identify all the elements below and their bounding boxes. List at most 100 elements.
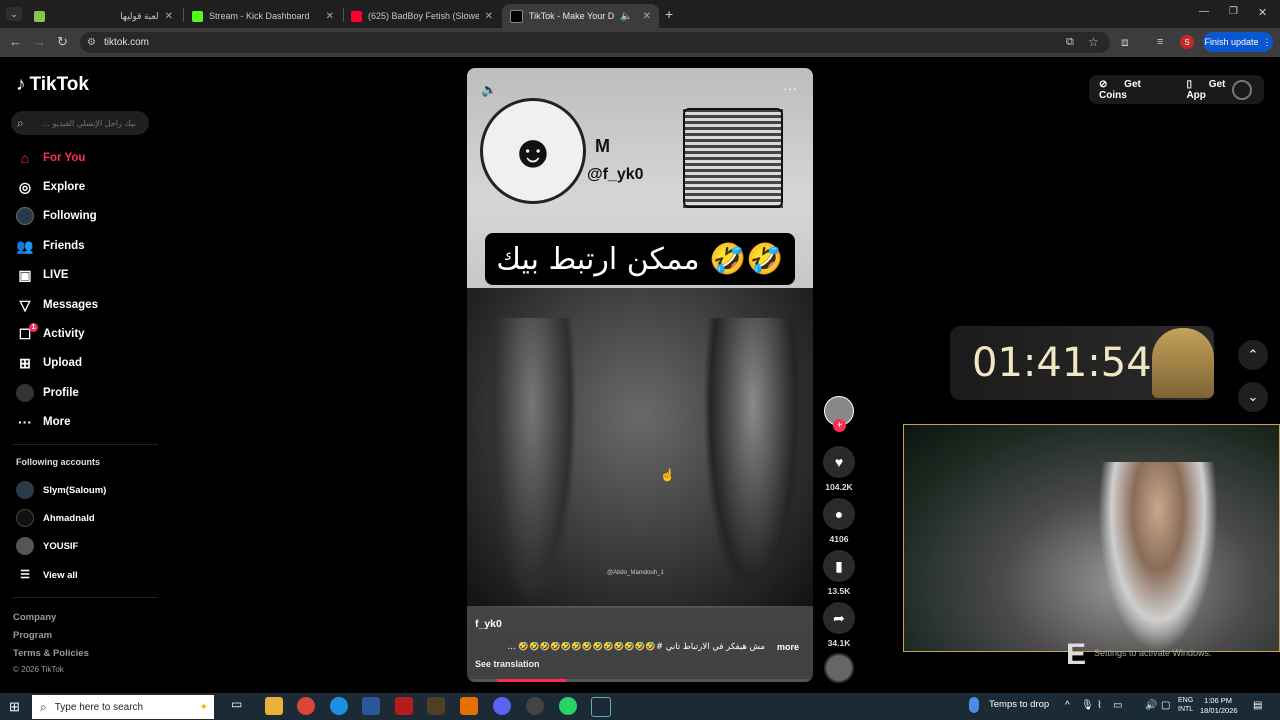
nav-upload[interactable]: ⊞ Upload	[16, 352, 82, 374]
taskbar-clock[interactable]: 1:06 PM 18/01/2026	[1200, 696, 1238, 716]
nav-more[interactable]: ··· More	[16, 411, 70, 433]
chevron-down-icon[interactable]: ⌄	[1238, 382, 1268, 412]
profile-avatar[interactable]	[1232, 80, 1252, 100]
tab-label: (625) BadBoy Fetish (Slowed D	[368, 11, 479, 21]
chrome-icon[interactable]	[297, 697, 315, 715]
nav-profile[interactable]: Profile	[16, 382, 79, 404]
back-arrow-icon[interactable]: ←	[9, 33, 22, 51]
footer-terms-link[interactable]: Terms & Policies	[13, 648, 89, 659]
nav-label: LIVE	[43, 269, 69, 281]
heart-icon: ♥	[823, 446, 855, 478]
notification-icon[interactable]: ▤	[1253, 700, 1262, 711]
nav-activity[interactable]: ☐ 1 Activity	[16, 323, 85, 345]
view-all-link[interactable]: ☰ View all	[16, 565, 78, 585]
tab-close-icon[interactable]: ✕	[326, 11, 334, 22]
app-orange-icon[interactable]	[460, 697, 478, 715]
like-button[interactable]: ♥ 104.2K	[823, 446, 855, 492]
description-more-button[interactable]: more	[777, 642, 799, 652]
nav-messages[interactable]: ▽ Messages	[16, 294, 98, 316]
profile-avatar[interactable]: S	[1180, 35, 1194, 49]
tab-kick-dashboard[interactable]: Stream - Kick Dashboard ✕	[184, 4, 342, 28]
search-input[interactable]	[28, 117, 138, 129]
video-more-icon[interactable]: ···	[783, 80, 797, 96]
see-translation-button[interactable]: See translation	[475, 659, 540, 669]
search-bar[interactable]: ⌕	[11, 111, 149, 135]
music-disc-icon[interactable]	[824, 653, 854, 683]
new-tab-button[interactable]: +	[665, 6, 673, 22]
video-player[interactable]: ☻ M @f_yk0 ممكن ارتبط بيك 🤣🤣 @Abdo_Mamdo…	[467, 68, 813, 682]
nav-for-you[interactable]: ⌂ For You	[16, 147, 86, 169]
tab-search-button[interactable]: ⌄	[6, 7, 22, 21]
tab-close-icon[interactable]: ✕	[165, 11, 173, 22]
get-coins-button[interactable]: ⊘ Get Coins	[1099, 79, 1172, 101]
reload-icon[interactable]: ↻	[57, 33, 68, 51]
weather-text[interactable]: Temps to drop	[989, 699, 1049, 710]
discord-icon[interactable]	[493, 697, 511, 715]
nav-live[interactable]: ▣ LIVE	[16, 264, 69, 286]
tab-tiktok[interactable]: TikTok - Make Your Day 🔈 ✕	[502, 4, 659, 28]
follow-plus-icon[interactable]: +	[833, 419, 846, 432]
minimize-window-icon[interactable]: —	[1199, 6, 1209, 17]
restore-window-icon[interactable]: ❐	[1229, 6, 1238, 17]
tiktok-logo[interactable]: ♪ TikTok	[16, 74, 89, 96]
media-control-icon[interactable]: ≡	[1157, 33, 1163, 51]
youtube-favicon-icon	[351, 10, 362, 22]
app-icon[interactable]	[395, 697, 413, 715]
avatar	[16, 537, 34, 555]
tab-qawliha[interactable]: لعبة قوليها ✕	[26, 4, 181, 28]
copyright-text: © 2026 TikTok	[13, 665, 64, 674]
install-app-icon[interactable]: ⧉	[1066, 33, 1074, 51]
game-icon[interactable]	[427, 697, 445, 715]
finish-update-button[interactable]: Finish update ⋮	[1203, 32, 1273, 52]
tab-youtube[interactable]: (625) BadBoy Fetish (Slowed D ✕	[343, 4, 501, 28]
network-icon[interactable]: ⌇	[1097, 700, 1102, 711]
url-text[interactable]: tiktok.com	[104, 37, 149, 48]
tray-chevron-icon[interactable]: ^	[1065, 700, 1070, 711]
task-view-icon[interactable]: ▭	[231, 697, 249, 715]
tab-close-icon[interactable]: ✕	[485, 11, 493, 22]
chevron-up-icon[interactable]: ⌃	[1238, 340, 1268, 370]
following-account-item[interactable]: YOUSIF	[16, 536, 78, 556]
nav-label: Following	[43, 210, 97, 222]
forward-arrow-icon[interactable]: →	[33, 33, 46, 51]
microphone-icon[interactable]: 🎙	[1081, 700, 1094, 711]
footer-company-link[interactable]: Company	[13, 612, 56, 623]
whatsapp-icon[interactable]	[559, 697, 577, 715]
file-explorer-icon[interactable]	[265, 697, 283, 715]
nav-label: Friends	[43, 240, 85, 252]
obs-icon[interactable]	[526, 697, 544, 715]
edge-icon[interactable]	[330, 697, 348, 715]
tab-close-icon[interactable]: ✕	[643, 11, 651, 22]
nav-following[interactable]: Following	[16, 205, 97, 227]
bookmark-star-icon[interactable]: ☆	[1088, 33, 1099, 51]
site-info-icon[interactable]: ⚙	[87, 37, 96, 48]
tab-label: لعبة قوليها	[120, 10, 159, 21]
account-name: YOUSIF	[43, 540, 79, 552]
tab-audio-icon[interactable]: 🔈	[620, 11, 632, 22]
steam-icon[interactable]	[591, 697, 611, 717]
battery-icon[interactable]: ▭	[1113, 700, 1122, 711]
address-bar[interactable]	[80, 32, 1110, 53]
following-account-item[interactable]: Ahmadnald	[16, 508, 95, 528]
extensions-icon[interactable]: ⧈	[1121, 33, 1129, 51]
display-icon[interactable]: ▢	[1161, 700, 1170, 711]
volume-icon[interactable]: 🔈	[481, 82, 497, 98]
close-window-icon[interactable]: ✕	[1258, 6, 1267, 19]
footer-program-link[interactable]: Program	[13, 630, 52, 641]
search-icon[interactable]: ⌕	[17, 116, 24, 131]
qr-code-frame	[683, 108, 783, 208]
language-indicator[interactable]: ENG INTL	[1178, 696, 1193, 714]
nav-friends[interactable]: 👥 Friends	[16, 235, 85, 257]
word-icon[interactable]	[362, 697, 380, 715]
video-author[interactable]: f_yk0	[475, 618, 502, 630]
nav-explore[interactable]: ◎ Explore	[16, 176, 85, 198]
volume-icon[interactable]: 🔊	[1145, 700, 1157, 711]
comment-button[interactable]: ● 4106	[823, 498, 855, 544]
account-name: Ahmadnald	[43, 512, 95, 524]
save-button[interactable]: ▮ 13.5K	[823, 550, 855, 596]
taskbar-search[interactable]: ⌕ Type here to search ✦	[32, 695, 214, 719]
share-button[interactable]: ➦ 34.1K	[823, 602, 855, 648]
following-account-item[interactable]: Slym(Saloum)	[16, 480, 106, 500]
windows-start-icon[interactable]: ⊞	[9, 699, 20, 715]
account-name: Slym(Saloum)	[43, 484, 107, 496]
